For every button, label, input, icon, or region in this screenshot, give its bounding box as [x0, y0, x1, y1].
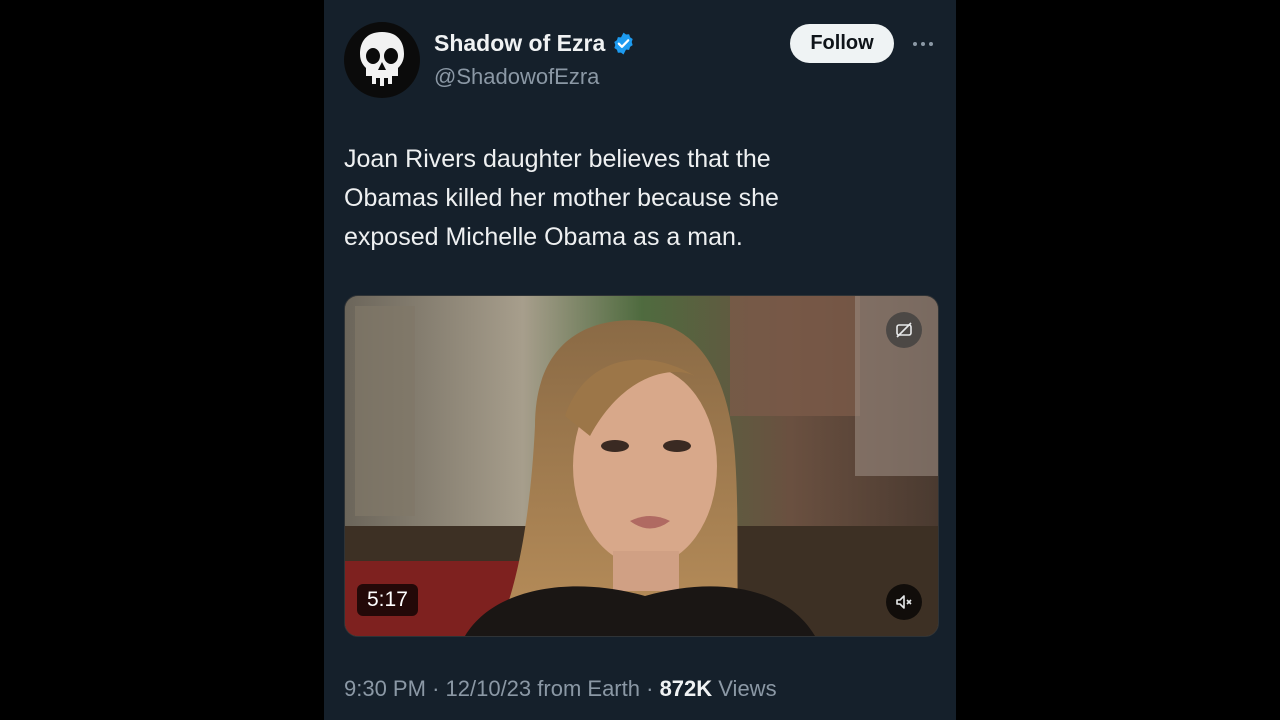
- author-handle[interactable]: @ShadowofEzra: [434, 64, 599, 90]
- follow-button[interactable]: Follow: [790, 24, 894, 63]
- verified-badge-icon[interactable]: [611, 31, 636, 56]
- tweet-source: from Earth: [537, 676, 640, 701]
- tweet-text-line: Joan Rivers daughter believes that the: [344, 145, 771, 173]
- tweet-date[interactable]: 12/10/23: [446, 676, 532, 701]
- author-display-name-row[interactable]: Shadow of Ezra: [434, 30, 636, 57]
- captions-off-icon[interactable]: [886, 312, 922, 348]
- mute-icon[interactable]: [886, 584, 922, 620]
- tweet-text-line: exposed Michelle Obama as a man.: [344, 223, 743, 251]
- tweet-time[interactable]: 9:30 PM: [344, 676, 426, 701]
- tweet-card: Shadow of Ezra @ShadowofEzra Follow Joan…: [324, 0, 956, 720]
- author-display-name[interactable]: Shadow of Ezra: [434, 30, 605, 57]
- meta-separator: ·: [432, 676, 440, 701]
- skull-avatar-icon: [360, 32, 404, 86]
- views-count[interactable]: 872K: [660, 676, 713, 701]
- views-label: Views: [718, 676, 777, 701]
- video-player[interactable]: 5:17: [344, 295, 939, 637]
- more-options-icon[interactable]: [908, 34, 938, 54]
- tweet-text-line: Obamas killed her mother because she: [344, 184, 779, 212]
- tweet-meta: 9:30 PM · 12/10/23 from Earth · 872K Vie…: [344, 676, 777, 702]
- video-frame: [345, 296, 938, 636]
- author-avatar[interactable]: [344, 22, 420, 98]
- meta-separator: ·: [646, 676, 654, 701]
- tweet-text: Joan Rivers daughter believes that the O…: [344, 140, 904, 257]
- video-duration: 5:17: [357, 584, 418, 616]
